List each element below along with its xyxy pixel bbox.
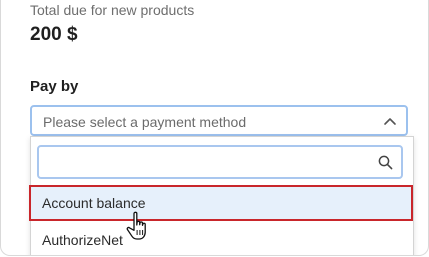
- dropdown-search-box[interactable]: [37, 145, 403, 179]
- pay-by-label: Pay by: [30, 78, 79, 95]
- checkout-panel: Total due for new products 200 $ Pay by …: [0, 0, 429, 256]
- search-icon: [378, 155, 393, 170]
- payment-method-placeholder: Please select a payment method: [43, 114, 247, 130]
- payment-method-select[interactable]: Please select a payment method: [30, 105, 408, 136]
- option-account-balance[interactable]: Account balance: [29, 185, 413, 221]
- total-due-value: 200 $: [30, 24, 78, 45]
- dropdown-search-input[interactable]: [45, 151, 369, 175]
- payment-method-dropdown: Account balance AuthorizeNet: [29, 136, 414, 255]
- option-authorizenet[interactable]: AuthorizeNet: [31, 223, 413, 255]
- total-due-label: Total due for new products: [30, 2, 195, 18]
- chevron-up-icon: [384, 118, 396, 125]
